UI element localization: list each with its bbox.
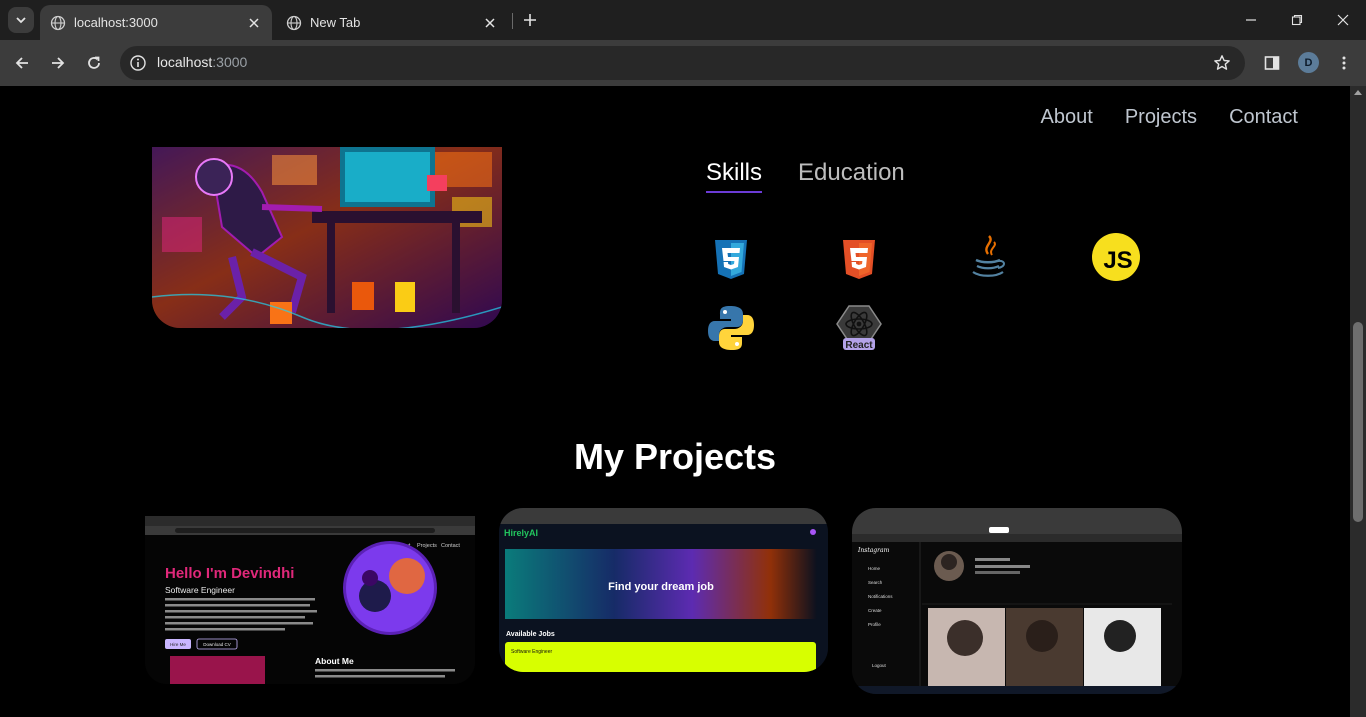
skills-tabs: Skills Education bbox=[706, 159, 905, 193]
portfolio-subtitle: Software Engineer bbox=[165, 585, 235, 595]
project-card-instagram[interactable]: Instagram Home Search Notifications Crea… bbox=[852, 508, 1182, 694]
star-icon[interactable] bbox=[1213, 54, 1231, 72]
tab-education[interactable]: Education bbox=[798, 159, 905, 193]
close-icon bbox=[249, 17, 259, 28]
portfolio-screenshot: About Projects Contact Hello I'm Devindh… bbox=[145, 516, 475, 684]
browser-tabbar: localhost:3000 New Tab bbox=[0, 0, 1366, 40]
react-label: React bbox=[845, 340, 873, 351]
javascript-label: JS bbox=[1103, 247, 1132, 274]
ig-menu-home: Home bbox=[868, 566, 881, 571]
projects-heading: My Projects bbox=[573, 436, 777, 477]
url-port: :3000 bbox=[212, 54, 248, 70]
close-window-button[interactable] bbox=[1331, 8, 1355, 32]
robot-workstation-image bbox=[152, 147, 502, 328]
close-icon bbox=[485, 17, 495, 28]
project-card-portfolio[interactable]: About Projects Contact Hello I'm Devindh… bbox=[145, 516, 475, 684]
reload-button[interactable] bbox=[82, 51, 106, 75]
ig-menu-search: Search bbox=[868, 580, 883, 585]
tab-title: New Tab bbox=[310, 15, 361, 30]
url-host: localhost bbox=[157, 54, 213, 70]
tab-title: localhost:3000 bbox=[74, 15, 158, 30]
restore-button[interactable] bbox=[1285, 8, 1309, 32]
profile-avatar[interactable]: D bbox=[1298, 52, 1319, 73]
minimize-icon bbox=[1246, 19, 1256, 21]
java-icon bbox=[972, 235, 1005, 277]
job-card-title: Software Engineer bbox=[511, 649, 552, 655]
scrollbar-thumb[interactable] bbox=[1353, 322, 1363, 522]
chevron-down-icon bbox=[16, 17, 26, 24]
minimize-button[interactable] bbox=[1239, 8, 1263, 32]
portfolio-hello-heading: Hello I'm Devindhi bbox=[165, 565, 294, 582]
nav-projects-link[interactable]: Projects bbox=[1125, 106, 1197, 129]
tab-skills[interactable]: Skills bbox=[706, 159, 763, 193]
globe-icon bbox=[50, 15, 66, 30]
close-tab-button[interactable] bbox=[246, 15, 262, 31]
close-tab-button[interactable] bbox=[482, 15, 498, 31]
tab-localhost[interactable]: localhost:3000 bbox=[40, 5, 272, 40]
hirelyai-screenshot: HirelyAI Find your dream job Available J… bbox=[499, 508, 828, 672]
side-panel-icon bbox=[1264, 56, 1280, 70]
portfolio-about-heading: About Me bbox=[315, 656, 354, 666]
available-jobs-heading: Available Jobs bbox=[506, 631, 555, 638]
hire-me-button: Hire Me bbox=[170, 642, 186, 647]
tab-separator bbox=[512, 13, 513, 29]
scroll-up-arrow[interactable] bbox=[1354, 90, 1362, 95]
python-icon bbox=[708, 306, 754, 350]
more-vertical-icon bbox=[1342, 56, 1346, 70]
tab-new-tab[interactable]: New Tab bbox=[276, 5, 508, 40]
info-icon[interactable] bbox=[129, 54, 147, 72]
project-card-hirelyai[interactable]: HirelyAI Find your dream job Available J… bbox=[499, 508, 828, 672]
css3-icon bbox=[715, 240, 747, 279]
site-nav: About Projects Contact bbox=[1041, 106, 1298, 129]
plus-icon bbox=[524, 14, 536, 26]
forward-button[interactable] bbox=[46, 51, 70, 75]
mini-nav-projects: Projects bbox=[417, 543, 437, 549]
react-icon: React bbox=[836, 305, 882, 351]
page-scrollbar[interactable] bbox=[1350, 86, 1366, 717]
reload-icon bbox=[88, 56, 100, 69]
url-text: localhost:3000 bbox=[157, 54, 247, 70]
ig-menu-notifications: Notifications bbox=[868, 594, 893, 599]
side-panel-button[interactable] bbox=[1260, 51, 1284, 75]
download-cv-button: Download CV bbox=[203, 642, 231, 647]
menu-button[interactable] bbox=[1332, 51, 1356, 75]
new-tab-button[interactable] bbox=[518, 8, 542, 32]
arrow-right-icon bbox=[52, 57, 65, 69]
mini-nav-contact: Contact bbox=[441, 543, 460, 549]
back-button[interactable] bbox=[10, 51, 34, 75]
hero-illustration bbox=[152, 147, 502, 328]
hirelyai-brand: HirelyAI bbox=[504, 528, 538, 538]
instagram-screenshot: Instagram Home Search Notifications Crea… bbox=[852, 508, 1182, 694]
ig-logout: Logout bbox=[872, 663, 887, 668]
tab-search-button[interactable] bbox=[8, 7, 34, 33]
browser-toolbar: localhost:3000 D bbox=[0, 40, 1366, 86]
address-bar[interactable]: localhost:3000 bbox=[120, 46, 1245, 80]
nav-about-link[interactable]: About bbox=[1041, 106, 1093, 129]
ig-menu-profile: Profile bbox=[868, 622, 881, 627]
javascript-icon: JS bbox=[1092, 233, 1140, 281]
page-viewport: About Projects Contact Skills Education … bbox=[0, 86, 1350, 717]
close-icon bbox=[1337, 14, 1349, 26]
ig-menu-create: Create bbox=[868, 608, 882, 613]
arrow-left-icon bbox=[15, 57, 28, 69]
restore-icon bbox=[1291, 14, 1303, 26]
html5-icon bbox=[843, 240, 875, 279]
instagram-brand: Instagram bbox=[857, 547, 890, 554]
globe-icon bbox=[286, 15, 302, 30]
hirelyai-banner-text: Find your dream job bbox=[608, 581, 714, 593]
nav-contact-link[interactable]: Contact bbox=[1229, 106, 1298, 129]
